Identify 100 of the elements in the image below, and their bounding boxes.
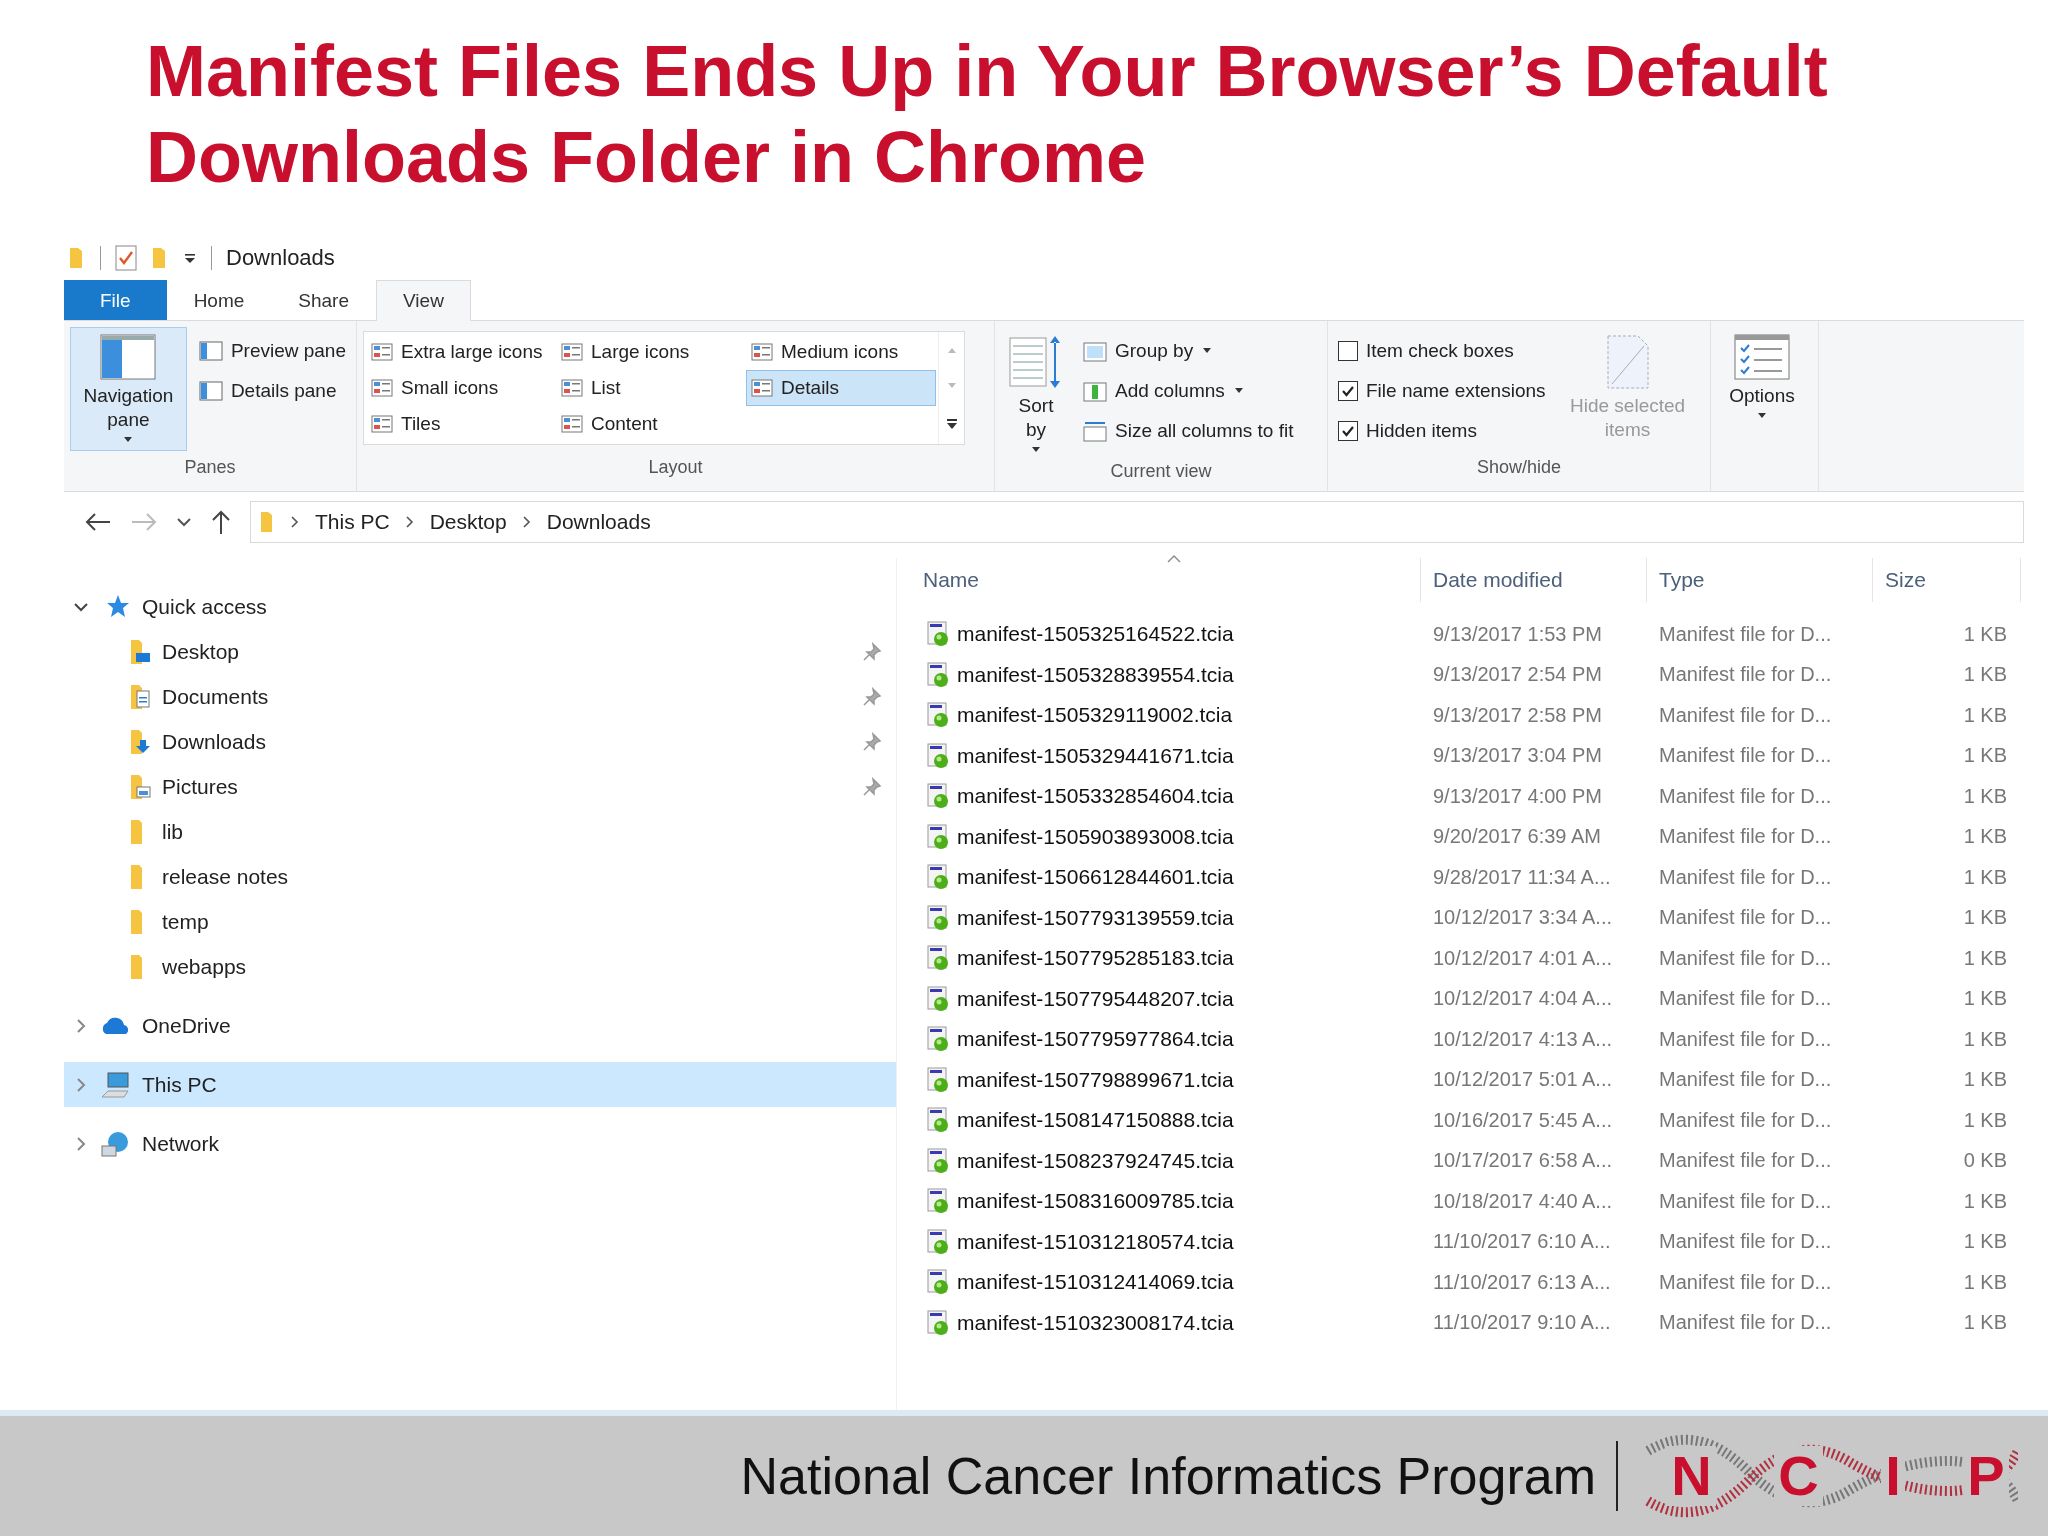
pane-toggle[interactable]: Preview pane	[194, 333, 350, 369]
file-name[interactable]: manifest-1508237924745.tcia	[957, 1148, 1234, 1173]
type-cell-text: Manifest file for D...	[1658, 1068, 1833, 1092]
sort-by-button[interactable]: Sort by	[1001, 327, 1071, 461]
type-cell-text: Manifest file for D...	[1658, 663, 1833, 687]
navigation-pane-button[interactable]: Navigation pane	[70, 327, 187, 451]
back-icon[interactable]	[84, 511, 112, 533]
nav-item[interactable]: Network	[64, 1121, 896, 1166]
date-cell-text: 9/13/2017 3:04 PM	[1432, 744, 1603, 768]
nav-item[interactable]: This PC	[64, 1062, 896, 1107]
checkbox-label[interactable]: Item check boxes	[1366, 340, 1514, 362]
checkbox[interactable]	[1338, 421, 1358, 441]
date-cell-text: 10/12/2017 4:04 A...	[1432, 987, 1614, 1011]
address-bar[interactable]: This PC Desktop Downloads	[250, 501, 2024, 543]
nav-item[interactable]: Quick access	[64, 584, 896, 629]
layout-option[interactable]: Large icons	[556, 334, 746, 370]
pin-icon[interactable]	[862, 731, 882, 752]
current-view-button[interactable]: Size all columns to fit	[1079, 413, 1298, 449]
pin-icon[interactable]	[862, 686, 882, 707]
breadcrumb[interactable]: Desktop	[429, 510, 507, 534]
file-name[interactable]: manifest-1510323008174.tcia	[957, 1310, 1234, 1335]
chevron-icon[interactable]	[403, 515, 416, 529]
nav-item[interactable]: Documents	[64, 674, 896, 719]
column-header[interactable]: Size	[1873, 558, 2021, 602]
current-view-button[interactable]: Add columns	[1079, 373, 1298, 409]
group-by-icon	[1083, 340, 1107, 362]
page-icon	[1605, 334, 1650, 390]
file-name[interactable]: manifest-1508316009785.tcia	[957, 1189, 1234, 1214]
type-cell-text: Manifest file for D...	[1658, 784, 1833, 808]
type-cell-text: Manifest file for D...	[1658, 1270, 1833, 1294]
pin-icon[interactable]	[862, 776, 882, 797]
nav-item[interactable]: Pictures	[64, 764, 896, 809]
file-name[interactable]: manifest-1510312180574.tcia	[957, 1229, 1234, 1254]
chevron-icon[interactable]	[289, 515, 301, 529]
manifest-file-icon	[927, 661, 951, 688]
file-name[interactable]: manifest-1505329119002.tcia	[957, 703, 1233, 728]
type-cell-text: Manifest file for D...	[1658, 744, 1833, 768]
customize-caret-icon[interactable]	[183, 251, 197, 265]
sort-ascending-icon	[1165, 554, 1182, 564]
column-header[interactable]: Name	[911, 558, 1421, 602]
view-layout-icon	[561, 415, 583, 433]
nav-item[interactable]: webapps	[64, 944, 896, 989]
file-name[interactable]: manifest-1507795448207.tcia	[957, 986, 1234, 1011]
nav-item[interactable]: Downloads	[64, 719, 896, 764]
file-name[interactable]: manifest-1505332854604.tcia	[957, 784, 1234, 809]
current-view-button[interactable]: Group by	[1079, 333, 1298, 369]
file-name[interactable]: manifest-1505329441671.tcia	[957, 743, 1234, 768]
file-name[interactable]: manifest-1505325164522.tcia	[957, 622, 1234, 647]
nav-item[interactable]: OneDrive	[64, 1003, 896, 1048]
file-name[interactable]: manifest-1508147150888.tcia	[957, 1108, 1234, 1133]
pin-icon[interactable]	[862, 641, 882, 662]
nav-item[interactable]: Desktop	[64, 629, 896, 674]
checkbox-label[interactable]: Hidden items	[1366, 420, 1477, 442]
type-cell-text: Manifest file for D...	[1658, 1311, 1833, 1335]
file-name[interactable]: manifest-1505903893008.tcia	[957, 824, 1234, 849]
layout-option[interactable]: Small icons	[366, 370, 556, 406]
size-columns-icon	[1083, 420, 1107, 442]
group-label: Show/hide	[1475, 457, 1563, 479]
more-icon[interactable]	[944, 417, 959, 431]
ribbon-tab[interactable]: Home	[166, 280, 272, 320]
file-name[interactable]: manifest-1507793139559.tcia	[957, 905, 1234, 930]
file-name[interactable]: manifest-1510312414069.tcia	[957, 1270, 1234, 1295]
column-header[interactable]: Type	[1647, 558, 1873, 602]
ribbon-tab[interactable]: View	[376, 280, 471, 321]
date-cell-text: 10/12/2017 4:01 A...	[1432, 946, 1614, 970]
breadcrumb[interactable]: This PC	[315, 510, 390, 534]
pane-toggle[interactable]: Details pane	[194, 373, 350, 409]
column-header[interactable]: Date modified	[1421, 558, 1647, 602]
breadcrumb[interactable]: Downloads	[546, 510, 651, 534]
file-name[interactable]: manifest-1506612844601.tcia	[957, 865, 1234, 890]
layout-option[interactable]: Content	[556, 406, 746, 442]
nav-item[interactable]: lib	[64, 809, 896, 854]
ribbon-tab[interactable]: File	[64, 280, 167, 320]
chevron-icon[interactable]	[520, 515, 533, 529]
layout-option[interactable]: Tiles	[366, 406, 556, 442]
file-name[interactable]: manifest-1507795285183.tcia	[957, 946, 1234, 971]
size-cell-text: 1 KB	[1962, 1230, 2008, 1254]
properties-icon[interactable]	[115, 245, 137, 271]
layout-option[interactable]: Extra large icons	[366, 334, 556, 370]
checkbox-label[interactable]: File name extensions	[1366, 380, 1546, 402]
checkbox[interactable]	[1338, 381, 1358, 401]
options-button[interactable]: Options	[1717, 327, 1807, 427]
view-layout-icon	[371, 415, 393, 433]
type-cell-text: Manifest file for D...	[1658, 703, 1833, 727]
window-title: Downloads	[226, 245, 335, 271]
forward-icon[interactable]	[130, 511, 158, 533]
recent-locations-icon[interactable]	[176, 516, 192, 528]
file-name[interactable]: manifest-1507795977864.tcia	[957, 1027, 1234, 1052]
checkbox[interactable]	[1338, 341, 1358, 361]
file-name[interactable]: manifest-1505328839554.tcia	[957, 662, 1234, 687]
up-icon[interactable]	[210, 509, 232, 535]
footer-text: National Cancer Informatics Program	[740, 1446, 1596, 1506]
layout-option[interactable]: Details	[746, 370, 936, 406]
ribbon-tab[interactable]: Share	[271, 280, 376, 320]
file-name[interactable]: manifest-1507798899671.tcia	[957, 1067, 1234, 1092]
layout-option[interactable]: Medium icons	[746, 334, 936, 370]
manifest-file-icon	[927, 702, 951, 729]
layout-option[interactable]: List	[556, 370, 746, 406]
nav-item[interactable]: temp	[64, 899, 896, 944]
nav-item[interactable]: release notes	[64, 854, 896, 899]
